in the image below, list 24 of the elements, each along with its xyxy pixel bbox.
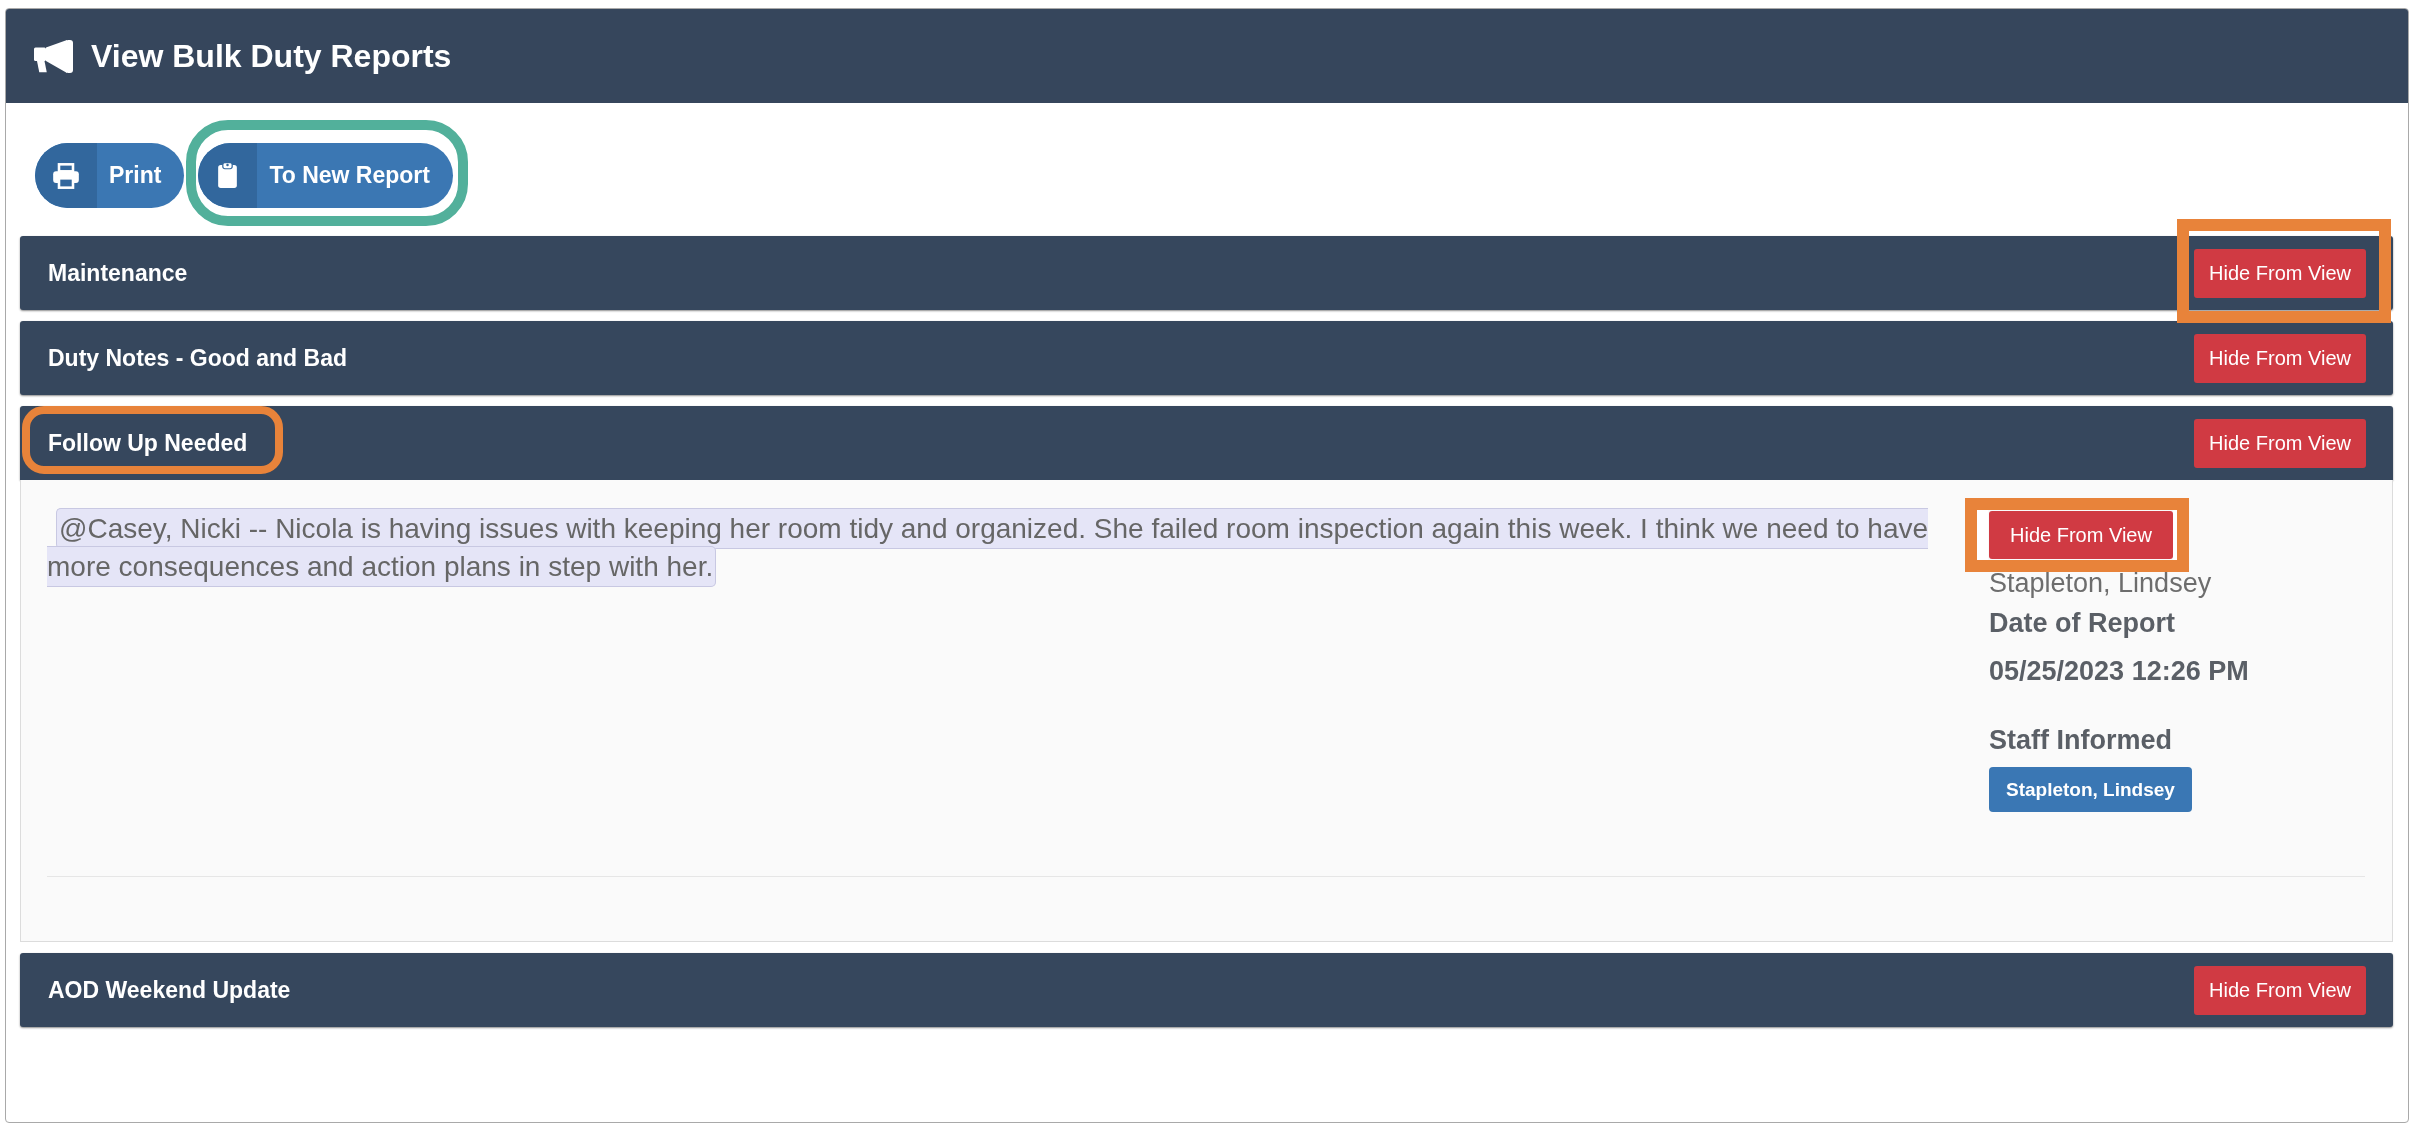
staff-badge: Stapleton, Lindsey — [1989, 767, 2192, 812]
printer-icon — [35, 143, 97, 208]
clipboard-icon — [198, 143, 258, 208]
report-date: 05/25/2023 12:26 PM — [1989, 655, 2249, 687]
section-header[interactable]: Maintenance Hide From View — [20, 236, 2393, 310]
section-title: AOD Weekend Update — [48, 976, 291, 1004]
hide-button[interactable]: Hide From View — [2194, 418, 2366, 468]
section-title: Follow Up Needed — [48, 429, 248, 457]
hide-button[interactable]: Hide From View — [1989, 511, 2173, 559]
date-label: Date of Report — [1989, 607, 2175, 639]
staff-label: Staff Informed — [1989, 724, 2172, 756]
section-title: Maintenance — [48, 259, 188, 287]
section-header[interactable]: Follow Up Needed Hide From View — [20, 406, 2393, 480]
page-title: View Bulk Duty Reports — [91, 37, 452, 76]
section-title: Duty Notes - Good and Bad — [48, 344, 347, 372]
print-button[interactable]: Print — [35, 143, 185, 208]
section-header[interactable]: AOD Weekend Update Hide From View — [20, 953, 2393, 1027]
new-report-button[interactable]: To New Report — [198, 143, 453, 208]
section-header[interactable]: Duty Notes - Good and Bad Hide From View — [20, 321, 2393, 395]
megaphone-icon — [34, 39, 73, 73]
author-name: Stapleton, Lindsey — [1989, 567, 2212, 599]
hide-button[interactable]: Hide From View — [2194, 965, 2366, 1015]
hide-button[interactable]: Hide From View — [2194, 248, 2366, 298]
hide-button[interactable]: Hide From View — [2194, 333, 2366, 383]
